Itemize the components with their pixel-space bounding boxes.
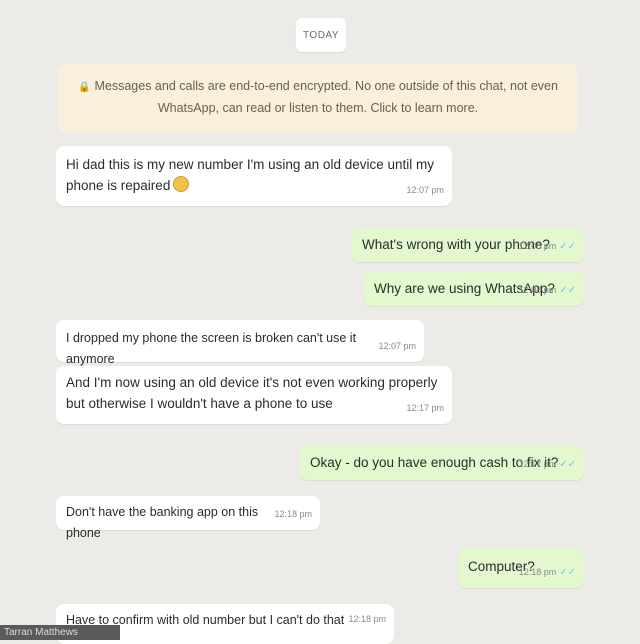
message-text: I dropped my phone the screen is broken … — [66, 331, 357, 366]
double-check-icon: ✓✓ — [559, 459, 576, 470]
date-chip-label: TODAY — [302, 29, 340, 41]
lock-icon: 🔒 — [78, 82, 91, 93]
message-time: 12:17 pm — [518, 459, 557, 469]
encryption-notice-text: Messages and calls are end-to-end encryp… — [94, 79, 558, 115]
message-time: 12:18 pm — [518, 567, 557, 577]
message-time: 12:08 pm — [518, 241, 557, 251]
date-chip: TODAY — [296, 18, 346, 52]
double-check-icon: ✓✓ — [559, 285, 576, 296]
message-bubble-incoming[interactable]: Don't have the banking app on this phone… — [56, 496, 320, 540]
message-bubble-incoming[interactable]: And I'm now using an old device it's not… — [56, 366, 452, 424]
message-bubble-outgoing[interactable]: Why are we using WhatsApp? 12:08 pm ✓✓ — [364, 272, 584, 306]
message-bubble-outgoing[interactable]: Okay - do you have enough cash to fix it… — [300, 446, 584, 480]
message-bubble-outgoing[interactable]: Computer? 12:18 pm ✓✓ — [458, 548, 584, 588]
message-text: Hi dad this is my new number I'm using a… — [66, 157, 434, 193]
message-time: 12:18 pm — [348, 614, 386, 624]
message-time: 12:17 pm — [406, 403, 444, 413]
message-time: 12:07 pm — [406, 185, 444, 195]
encryption-notice[interactable]: 🔒 Messages and calls are end-to-end encry… — [58, 64, 578, 132]
message-time: 12:18 pm — [274, 509, 312, 519]
message-text: Don't have the banking app on this phone — [66, 505, 259, 540]
photo-credit-watermark: Tarran Matthews — [0, 625, 120, 640]
message-time: 12:08 pm — [518, 285, 557, 295]
double-check-icon: ✓✓ — [559, 241, 576, 252]
grimace-face-emoji-icon — [173, 176, 190, 192]
message-bubble-incoming[interactable]: Hi dad this is my new number I'm using a… — [56, 146, 452, 206]
message-bubble-outgoing[interactable]: What's wrong with your phone? 12:08 pm ✓✓ — [352, 228, 584, 262]
double-check-icon: ✓✓ — [559, 567, 576, 578]
message-bubble-incoming[interactable]: I dropped my phone the screen is broken … — [56, 320, 424, 366]
message-time: 12:07 pm — [378, 341, 416, 351]
message-text: And I'm now using an old device it's not… — [66, 375, 438, 411]
chat-window: TODAY 🔒 Messages and calls are end-to-end… — [0, 0, 640, 644]
